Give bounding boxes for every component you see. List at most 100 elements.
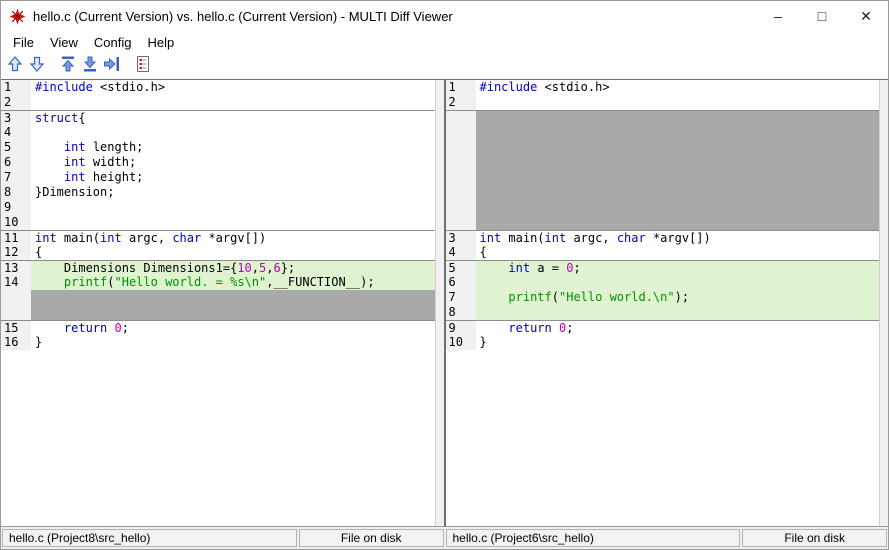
code-line: 4	[1, 125, 435, 140]
line-number: 1	[446, 80, 476, 95]
line-number: 2	[1, 95, 31, 110]
line-number: 12	[1, 245, 31, 260]
code-text	[31, 95, 435, 110]
code-line: 10}	[446, 335, 880, 350]
close-button[interactable]: ✕	[844, 1, 888, 31]
next-change-button[interactable]	[101, 55, 123, 77]
line-number: 5	[446, 261, 476, 275]
code-line: 8}Dimension;	[1, 185, 435, 200]
code-text: struct{	[31, 111, 435, 125]
code-line: 15 return 0;	[1, 320, 435, 335]
left-scrollbar[interactable]	[435, 80, 444, 526]
code-text: Dimensions Dimensions1={10,5,6};	[31, 261, 435, 275]
minimize-button[interactable]: –	[756, 1, 800, 31]
right-scrollbar[interactable]	[879, 80, 888, 526]
up-arrow-icon	[5, 54, 25, 79]
title-bar: hello.c (Current Version) vs. hello.c (C…	[1, 1, 888, 31]
code-line: 9 return 0;	[446, 320, 880, 335]
diff-report-button[interactable]	[132, 55, 154, 77]
window-title: hello.c (Current Version) vs. hello.c (C…	[33, 9, 453, 24]
code-line: 4{	[446, 245, 880, 260]
code-text: int width;	[31, 155, 435, 170]
code-text: {	[31, 245, 435, 260]
window-controls: – □ ✕	[756, 1, 888, 31]
goto-first-diff-icon	[58, 54, 78, 79]
menu-file[interactable]: File	[5, 33, 42, 52]
code-text: {	[476, 245, 880, 260]
line-number: 10	[446, 335, 476, 350]
line-number: 11	[1, 231, 31, 245]
diff-report-icon	[133, 54, 153, 79]
menu-config[interactable]: Config	[86, 33, 140, 52]
line-number: 8	[1, 185, 31, 200]
maximize-button[interactable]: □	[800, 1, 844, 31]
code-text: }Dimension;	[31, 185, 435, 200]
code-text	[476, 111, 880, 230]
line-number: 6	[1, 155, 31, 170]
code-line: 16}	[1, 335, 435, 350]
down-arrow-icon	[27, 54, 47, 79]
code-line: 5 int length;	[1, 140, 435, 155]
line-number: 6	[446, 275, 476, 290]
code-line: 13 Dimensions Dimensions1={10,5,6};	[1, 260, 435, 275]
code-line: 1#include <stdio.h>	[446, 80, 880, 95]
right-file-status: hello.c (Project6\src_hello)	[446, 529, 741, 547]
code-text: return 0;	[31, 321, 435, 335]
code-line: 2	[446, 95, 880, 110]
code-text: printf("Hello world. = %s\n",__FUNCTION_…	[31, 275, 435, 290]
goto-first-diff-button[interactable]	[57, 55, 79, 77]
goto-last-diff-button[interactable]	[79, 55, 101, 77]
line-number: 13	[1, 261, 31, 275]
line-number	[1, 290, 31, 320]
code-line: 11int main(int argc, char *argv[])	[1, 230, 435, 245]
filler-row	[446, 110, 880, 230]
line-number: 10	[1, 215, 31, 230]
code-line: 2	[1, 95, 435, 110]
left-file-status: hello.c (Project8\src_hello)	[2, 529, 297, 547]
code-line: 3struct{	[1, 110, 435, 125]
code-text: int a = 0;	[476, 261, 880, 275]
code-line: 8	[446, 305, 880, 320]
code-line: 6	[446, 275, 880, 290]
line-number: 5	[1, 140, 31, 155]
code-line: 9	[1, 200, 435, 215]
line-number: 9	[446, 321, 476, 335]
code-text	[476, 305, 880, 320]
right-disk-status: File on disk	[742, 529, 887, 547]
code-line: 7 int height;	[1, 170, 435, 185]
line-number: 3	[1, 111, 31, 125]
line-number: 7	[446, 290, 476, 305]
code-text	[31, 200, 435, 215]
code-line: 7 printf("Hello world.\n");	[446, 290, 880, 305]
code-line: 3int main(int argc, char *argv[])	[446, 230, 880, 245]
code-line: 12{	[1, 245, 435, 260]
code-text: #include <stdio.h>	[476, 80, 880, 95]
line-number: 9	[1, 200, 31, 215]
next-diff-button[interactable]	[26, 55, 48, 77]
goto-last-diff-icon	[80, 54, 100, 79]
line-number: 7	[1, 170, 31, 185]
menu-bar: File View Config Help	[1, 31, 888, 53]
code-text	[31, 290, 435, 320]
code-text: int main(int argc, char *argv[])	[31, 231, 435, 245]
code-text: }	[31, 335, 435, 350]
menu-view[interactable]: View	[42, 33, 86, 52]
code-text	[476, 275, 880, 290]
line-number: 3	[446, 231, 476, 245]
menu-help[interactable]: Help	[139, 33, 182, 52]
app-logo-icon	[9, 8, 26, 25]
code-text	[31, 215, 435, 230]
line-number: 4	[1, 125, 31, 140]
line-number: 16	[1, 335, 31, 350]
code-text: int length;	[31, 140, 435, 155]
code-line: 5 int a = 0;	[446, 260, 880, 275]
code-text: printf("Hello world.\n");	[476, 290, 880, 305]
prev-diff-button[interactable]	[4, 55, 26, 77]
line-number: 14	[1, 275, 31, 290]
code-line: 10	[1, 215, 435, 230]
code-line: 6 int width;	[1, 155, 435, 170]
left-pane: 1#include <stdio.h>23struct{45 int lengt…	[1, 80, 444, 526]
toolbar	[1, 53, 888, 79]
code-text: return 0;	[476, 321, 880, 335]
line-number: 2	[446, 95, 476, 110]
